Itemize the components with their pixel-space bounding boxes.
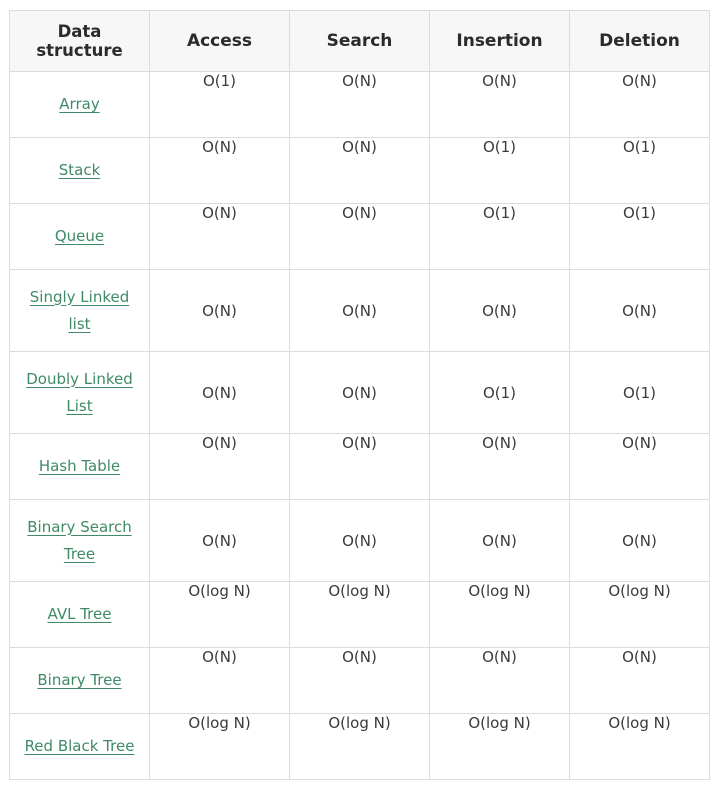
table-header: Data structure Access Search Insertion D… bbox=[9, 10, 710, 72]
deletion-cell: O(log N) bbox=[569, 581, 710, 648]
access-cell: O(N) bbox=[149, 269, 290, 352]
queue-link[interactable]: Queue bbox=[55, 227, 104, 245]
table-row: Hash Table O(N) O(N) O(N) O(N) bbox=[9, 433, 710, 500]
access-cell: O(log N) bbox=[149, 713, 290, 780]
header-access: Access bbox=[149, 10, 290, 72]
table-row: Red Black Tree O(log N) O(log N) O(log N… bbox=[9, 713, 710, 780]
header-row: Data structure Access Search Insertion D… bbox=[9, 10, 710, 72]
red-black-tree-link[interactable]: Red Black Tree bbox=[25, 737, 135, 755]
deletion-cell: O(N) bbox=[569, 647, 710, 714]
hash-table-link[interactable]: Hash Table bbox=[39, 457, 120, 475]
data-structure-cell: Hash Table bbox=[9, 433, 150, 500]
deletion-cell: O(N) bbox=[569, 499, 710, 582]
binary-search-tree-link[interactable]: Binary Search Tree bbox=[27, 518, 132, 563]
access-cell: O(1) bbox=[149, 71, 290, 138]
access-cell: O(N) bbox=[149, 137, 290, 204]
insertion-cell: O(N) bbox=[429, 269, 570, 352]
access-cell: O(N) bbox=[149, 499, 290, 582]
deletion-cell: O(N) bbox=[569, 269, 710, 352]
insertion-cell: O(1) bbox=[429, 351, 570, 434]
access-cell: O(N) bbox=[149, 433, 290, 500]
data-structure-cell: Singly Linked list bbox=[9, 269, 150, 352]
table-row: Singly Linked list O(N) O(N) O(N) O(N) bbox=[9, 269, 710, 352]
search-cell: O(N) bbox=[289, 433, 430, 500]
access-cell: O(N) bbox=[149, 203, 290, 270]
data-structure-cell: Array bbox=[9, 71, 150, 138]
array-link[interactable]: Array bbox=[59, 95, 99, 113]
header-insertion: Insertion bbox=[429, 10, 570, 72]
doubly-linked-list-link[interactable]: Doubly Linked List bbox=[26, 370, 133, 415]
deletion-cell: O(N) bbox=[569, 71, 710, 138]
complexity-table: Data structure Access Search Insertion D… bbox=[9, 10, 710, 780]
insertion-cell: O(log N) bbox=[429, 713, 570, 780]
search-cell: O(log N) bbox=[289, 713, 430, 780]
table-row: Queue O(N) O(N) O(1) O(1) bbox=[9, 203, 710, 270]
access-cell: O(N) bbox=[149, 351, 290, 434]
table-body: Array O(1) O(N) O(N) O(N) Stack O(N) O(N… bbox=[9, 71, 710, 780]
table-row: Array O(1) O(N) O(N) O(N) bbox=[9, 71, 710, 138]
data-structure-cell: Stack bbox=[9, 137, 150, 204]
data-structure-cell: Queue bbox=[9, 203, 150, 270]
deletion-cell: O(1) bbox=[569, 203, 710, 270]
table-row: Doubly Linked List O(N) O(N) O(1) O(1) bbox=[9, 351, 710, 434]
table-row: AVL Tree O(log N) O(log N) O(log N) O(lo… bbox=[9, 581, 710, 648]
table-row: Binary Search Tree O(N) O(N) O(N) O(N) bbox=[9, 499, 710, 582]
deletion-cell: O(N) bbox=[569, 433, 710, 500]
insertion-cell: O(N) bbox=[429, 647, 570, 714]
insertion-cell: O(N) bbox=[429, 499, 570, 582]
access-cell: O(N) bbox=[149, 647, 290, 714]
table-row: Stack O(N) O(N) O(1) O(1) bbox=[9, 137, 710, 204]
binary-tree-link[interactable]: Binary Tree bbox=[37, 671, 121, 689]
insertion-cell: O(N) bbox=[429, 433, 570, 500]
deletion-cell: O(1) bbox=[569, 137, 710, 204]
insertion-cell: O(1) bbox=[429, 137, 570, 204]
search-cell: O(N) bbox=[289, 137, 430, 204]
data-structure-cell: Binary Search Tree bbox=[9, 499, 150, 582]
deletion-cell: O(log N) bbox=[569, 713, 710, 780]
deletion-cell: O(1) bbox=[569, 351, 710, 434]
header-deletion: Deletion bbox=[569, 10, 710, 72]
insertion-cell: O(1) bbox=[429, 203, 570, 270]
access-cell: O(log N) bbox=[149, 581, 290, 648]
search-cell: O(log N) bbox=[289, 581, 430, 648]
search-cell: O(N) bbox=[289, 499, 430, 582]
insertion-cell: O(N) bbox=[429, 71, 570, 138]
header-data-structure: Data structure bbox=[9, 10, 150, 72]
table-row: Binary Tree O(N) O(N) O(N) O(N) bbox=[9, 647, 710, 714]
header-search: Search bbox=[289, 10, 430, 72]
search-cell: O(N) bbox=[289, 269, 430, 352]
search-cell: O(N) bbox=[289, 203, 430, 270]
stack-link[interactable]: Stack bbox=[59, 161, 101, 179]
search-cell: O(N) bbox=[289, 351, 430, 434]
data-structure-cell: Binary Tree bbox=[9, 647, 150, 714]
search-cell: O(N) bbox=[289, 71, 430, 138]
data-structure-cell: Doubly Linked List bbox=[9, 351, 150, 434]
search-cell: O(N) bbox=[289, 647, 430, 714]
data-structure-cell: AVL Tree bbox=[9, 581, 150, 648]
avl-tree-link[interactable]: AVL Tree bbox=[48, 605, 112, 623]
singly-linked-list-link[interactable]: Singly Linked list bbox=[30, 288, 129, 333]
insertion-cell: O(log N) bbox=[429, 581, 570, 648]
data-structure-cell: Red Black Tree bbox=[9, 713, 150, 780]
